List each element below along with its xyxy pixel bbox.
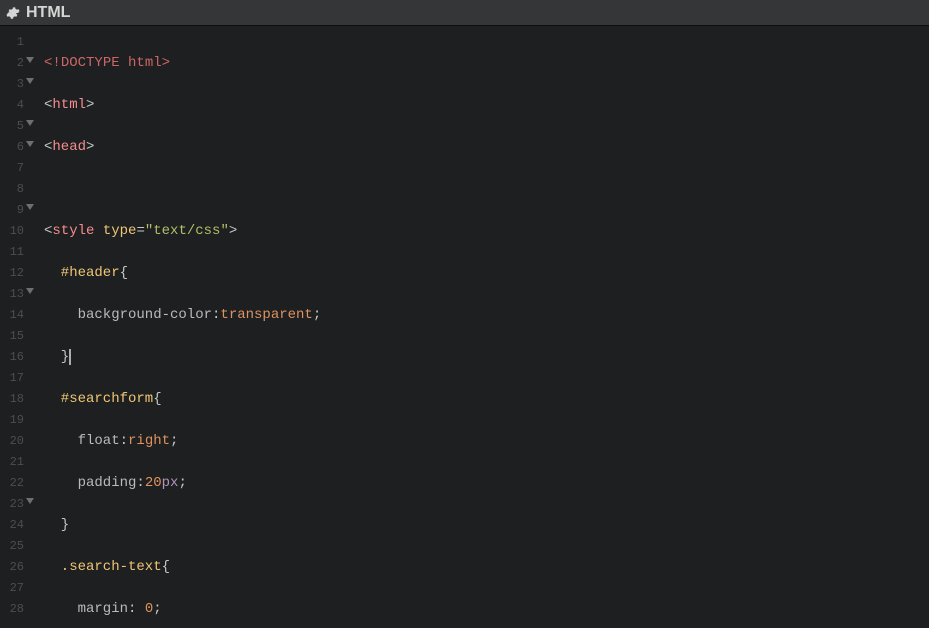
code-line: } — [44, 515, 929, 536]
gear-icon[interactable] — [6, 6, 20, 20]
code-line: float:right; — [44, 431, 929, 452]
panel-title: HTML — [26, 4, 70, 22]
code-line: #header{ — [44, 263, 929, 284]
code-line: .search-text{ — [44, 557, 929, 578]
code-line — [44, 179, 929, 200]
panel-header: HTML — [0, 0, 929, 26]
code-line: margin: 0; — [44, 599, 929, 620]
code-area[interactable]: <!DOCTYPE html> <html> <head> <style typ… — [30, 26, 929, 628]
code-line: <head> — [44, 137, 929, 158]
code-line: <style type="text/css"> — [44, 221, 929, 242]
gutter: 1 2 3 4 5 6 7 8 9 10 11 12 13 14 15 16 1… — [0, 26, 30, 628]
editor-panel: HTML 1 2 3 4 5 6 7 8 9 10 11 12 13 14 15… — [0, 0, 929, 628]
code-line: } — [44, 347, 929, 368]
code-editor[interactable]: 1 2 3 4 5 6 7 8 9 10 11 12 13 14 15 16 1… — [0, 26, 929, 628]
code-line: background-color:transparent; — [44, 305, 929, 326]
text-cursor — [69, 349, 71, 365]
code-line: #searchform{ — [44, 389, 929, 410]
code-line: <html> — [44, 95, 929, 116]
code-line: padding:20px; — [44, 473, 929, 494]
code-line: <!DOCTYPE html> — [44, 53, 929, 74]
